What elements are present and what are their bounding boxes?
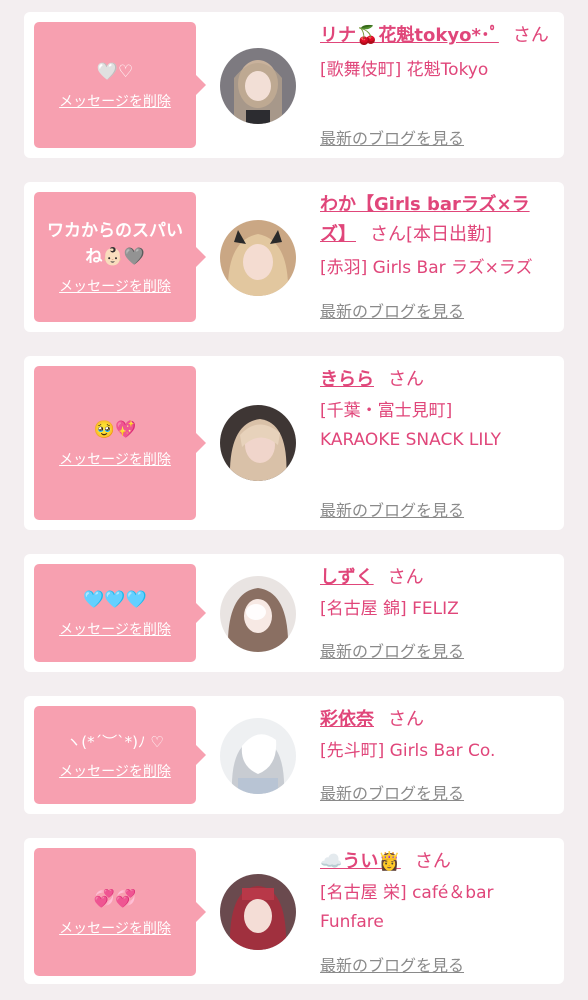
message-bubble: ワカからのスパいね👶🏻🩶 メッセージを削除 — [34, 192, 206, 322]
card-info: しずく さん [名古屋 錦] FELIZ — [320, 564, 552, 624]
shop-info: [赤羽] Girls Bar ラズ×ラズ — [320, 258, 533, 278]
name-line: きらら さん — [320, 366, 552, 394]
honorific: さん — [512, 25, 549, 46]
avatar[interactable] — [220, 874, 296, 950]
message-text: 🩵🩵🩵 — [83, 590, 147, 610]
delete-message-link[interactable]: メッセージを削除 — [59, 449, 171, 469]
honorific: さん — [370, 224, 406, 245]
cast-name-link[interactable]: リナ🍒花魁tokyo*･ﾟ — [320, 25, 499, 46]
status-badge: [本日出勤] — [406, 224, 493, 245]
honorific: さん — [414, 851, 451, 872]
name-line: わか【Girls barラズ×ラズ】 さん[本日出勤] — [320, 190, 552, 250]
message-card: ワカからのスパいね👶🏻🩶 メッセージを削除 わか【Girls barラズ×ラズ】… — [24, 182, 564, 332]
name-line: 彩依奈 さん — [320, 706, 552, 734]
latest-blog-link[interactable]: 最新のブログを見る — [320, 125, 464, 149]
cast-name-link[interactable]: きらら — [320, 369, 374, 390]
message-bubble: 💞💞 メッセージを削除 — [34, 848, 206, 976]
message-bubble: 🤍♡ メッセージを削除 — [34, 22, 206, 148]
delete-message-link[interactable]: メッセージを削除 — [59, 276, 171, 296]
card-info: ☁️うい👸 さん [名古屋 栄] café＆bar Funfare — [320, 848, 552, 937]
message-text: ワカからのスパいね👶🏻🩶 — [47, 221, 183, 267]
message-text: ヽ(*´︶`*)ﾉ ♡ — [66, 733, 164, 751]
honorific: さん — [388, 369, 424, 390]
message-bubble: 🩵🩵🩵 メッセージを削除 — [34, 564, 206, 662]
message-text: 💞💞 — [93, 889, 137, 909]
name-line: ☁️うい👸 さん — [320, 848, 552, 876]
honorific: さん — [387, 567, 424, 588]
message-bubble: 🥹💖 メッセージを削除 — [34, 366, 206, 520]
card-info: リナ🍒花魁tokyo*･ﾟ さん [歌舞伎町] 花魁Tokyo — [320, 22, 552, 85]
message-card: 🩵🩵🩵 メッセージを削除 しずく さん [名古屋 錦] FELIZ 最新のブログを… — [24, 554, 564, 672]
delete-message-link[interactable]: メッセージを削除 — [59, 761, 171, 781]
name-line: リナ🍒花魁tokyo*･ﾟ さん — [320, 22, 552, 50]
avatar[interactable] — [220, 718, 296, 794]
avatar[interactable] — [220, 220, 296, 296]
message-text: 🤍♡ — [96, 62, 134, 82]
card-info: きらら さん [千葉・富士見町] KARAOKE SNACK LILY — [320, 366, 552, 455]
honorific: さん — [388, 709, 424, 730]
message-text: 🥹💖 — [93, 420, 137, 440]
avatar[interactable] — [220, 48, 296, 124]
latest-blog-link[interactable]: 最新のブログを見る — [320, 298, 464, 322]
latest-blog-link[interactable]: 最新のブログを見る — [320, 638, 464, 662]
shop-info: [先斗町] Girls Bar Co. — [320, 741, 496, 761]
message-card: 🥹💖 メッセージを削除 きらら さん [千葉・富士見町] KARAOKE SNAC… — [24, 356, 564, 530]
message-card: 💞💞 メッセージを削除 ☁️うい👸 さん [名古屋 栄] café＆bar Fun… — [24, 838, 564, 984]
shop-info: [歌舞伎町] 花魁Tokyo — [320, 60, 489, 80]
avatar[interactable] — [220, 576, 296, 652]
delete-message-link[interactable]: メッセージを削除 — [59, 619, 171, 639]
card-info: 彩依奈 さん [先斗町] Girls Bar Co. — [320, 706, 552, 766]
latest-blog-link[interactable]: 最新のブログを見る — [320, 952, 464, 976]
message-card: 🤍♡ メッセージを削除 リナ🍒花魁tokyo*･ﾟ さん [歌舞伎町] 花魁Tok… — [24, 12, 564, 158]
message-card: ヽ(*´︶`*)ﾉ ♡ メッセージを削除 彩依奈 さん [先斗町] Girls B… — [24, 696, 564, 814]
cast-name-link[interactable]: ☁️うい👸 — [320, 851, 401, 872]
shop-info: [千葉・富士見町] KARAOKE SNACK LILY — [320, 401, 501, 450]
card-info: わか【Girls barラズ×ラズ】 さん[本日出勤] [赤羽] Girls Ba… — [320, 190, 552, 283]
latest-blog-link[interactable]: 最新のブログを見る — [320, 780, 464, 804]
avatar[interactable] — [220, 405, 296, 481]
delete-message-link[interactable]: メッセージを削除 — [59, 918, 171, 938]
latest-blog-link[interactable]: 最新のブログを見る — [320, 497, 464, 521]
cast-name-link[interactable]: しずく — [320, 567, 374, 588]
message-bubble: ヽ(*´︶`*)ﾉ ♡ メッセージを削除 — [34, 706, 206, 804]
shop-info: [名古屋 栄] café＆bar Funfare — [320, 883, 494, 932]
cast-name-link[interactable]: 彩依奈 — [320, 709, 374, 730]
delete-message-link[interactable]: メッセージを削除 — [59, 91, 171, 111]
shop-info: [名古屋 錦] FELIZ — [320, 599, 459, 619]
name-line: しずく さん — [320, 564, 552, 592]
